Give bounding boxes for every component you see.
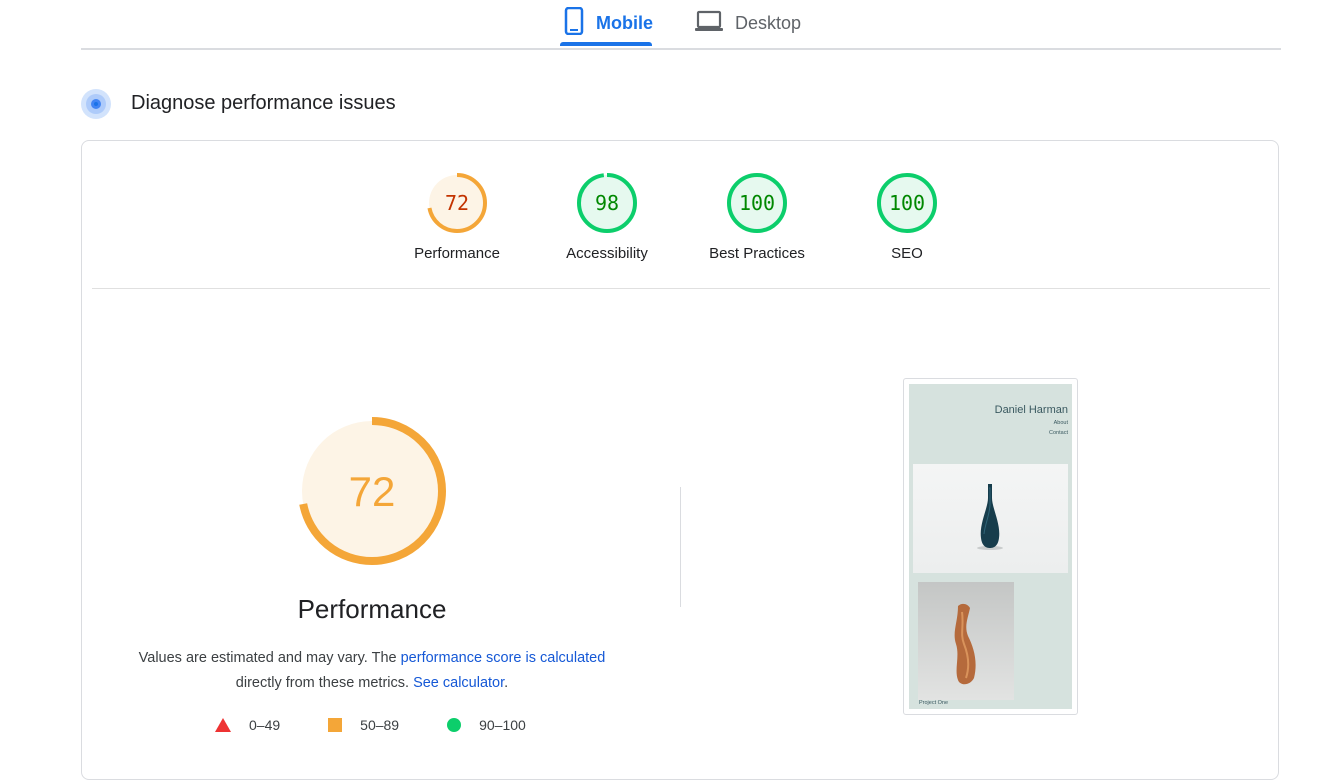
gauge-score: 100 bbox=[739, 191, 775, 215]
gauge-performance[interactable]: 72 Performance bbox=[397, 171, 517, 262]
gauge-label: SEO bbox=[891, 245, 923, 262]
gauge-ring: 100 bbox=[727, 173, 787, 233]
legend-pass: 90–100 bbox=[447, 717, 526, 733]
gauge-label: Best Practices bbox=[709, 245, 805, 262]
diagnose-icon bbox=[80, 88, 112, 120]
tab-desktop-label: Desktop bbox=[735, 12, 802, 33]
performance-title: Performance bbox=[297, 594, 447, 624]
circle-icon bbox=[447, 718, 462, 732]
gauge-score: 100 bbox=[889, 191, 925, 215]
square-icon bbox=[328, 718, 343, 732]
screenshot-site-name: Daniel Harman bbox=[994, 404, 1068, 416]
gauge-seo[interactable]: 100 SEO bbox=[847, 171, 967, 262]
section-title: Diagnose performance issues bbox=[131, 92, 396, 114]
screenshot-content: Daniel Harman About Contact Project One bbox=[909, 384, 1072, 709]
performance-gauge-large: 72 bbox=[294, 413, 450, 574]
smartphone-icon bbox=[564, 6, 584, 40]
divider bbox=[92, 288, 1270, 289]
page-screenshot: Daniel Harman About Contact Project One bbox=[903, 378, 1078, 715]
vase-image bbox=[913, 464, 1068, 573]
laptop-icon bbox=[695, 10, 723, 37]
gauge-ring: 100 bbox=[877, 173, 937, 233]
gauge-label: Performance bbox=[414, 245, 500, 262]
performance-description: Values are estimated and may vary. The p… bbox=[82, 646, 662, 696]
vertical-divider bbox=[680, 487, 681, 607]
triangle-icon bbox=[215, 718, 231, 732]
gauge-score: 98 bbox=[595, 191, 619, 215]
legend-fail-label: 0–49 bbox=[249, 717, 281, 733]
tab-mobile-label: Mobile bbox=[596, 12, 653, 33]
legend-average: 50–89 bbox=[328, 717, 399, 733]
desc-text-2: directly from these metrics. bbox=[235, 675, 414, 691]
sculpture-image bbox=[918, 582, 1014, 700]
desc-text-3: . bbox=[504, 675, 509, 691]
gauge-accessibility[interactable]: 98 Accessibility bbox=[547, 171, 667, 262]
device-tabs: Mobile Desktop bbox=[81, 0, 1281, 50]
tab-desktop[interactable]: Desktop bbox=[695, 0, 801, 46]
legend-pass-label: 90–100 bbox=[479, 717, 526, 733]
performance-score-large: 72 bbox=[349, 468, 396, 515]
see-calculator-link[interactable]: See calculator bbox=[413, 675, 504, 691]
gauge-ring: 72 bbox=[427, 173, 487, 233]
desc-text-1: Values are estimated and may vary. The bbox=[138, 650, 401, 666]
gauge-label: Accessibility bbox=[566, 245, 648, 262]
active-tab-indicator bbox=[560, 42, 652, 46]
report-card: 72 Performance 98 Accessibility 100 Best Prac… bbox=[81, 140, 1279, 780]
gauge-best-practices[interactable]: 100 Best Practices bbox=[697, 171, 817, 262]
screenshot-nav-contact: Contact bbox=[1049, 430, 1068, 436]
score-calculated-link[interactable]: performance score is calculated bbox=[401, 650, 606, 666]
tab-mobile[interactable]: Mobile bbox=[560, 0, 653, 46]
legend-average-label: 50–89 bbox=[360, 717, 400, 733]
gauge-score: 72 bbox=[445, 191, 469, 215]
screenshot-caption: Project One bbox=[919, 700, 949, 706]
score-legend: 0–49 50–89 90–100 bbox=[215, 717, 574, 733]
legend-fail: 0–49 bbox=[215, 717, 280, 733]
gauge-ring: 98 bbox=[577, 173, 637, 233]
screenshot-nav-about: About bbox=[1053, 420, 1068, 426]
